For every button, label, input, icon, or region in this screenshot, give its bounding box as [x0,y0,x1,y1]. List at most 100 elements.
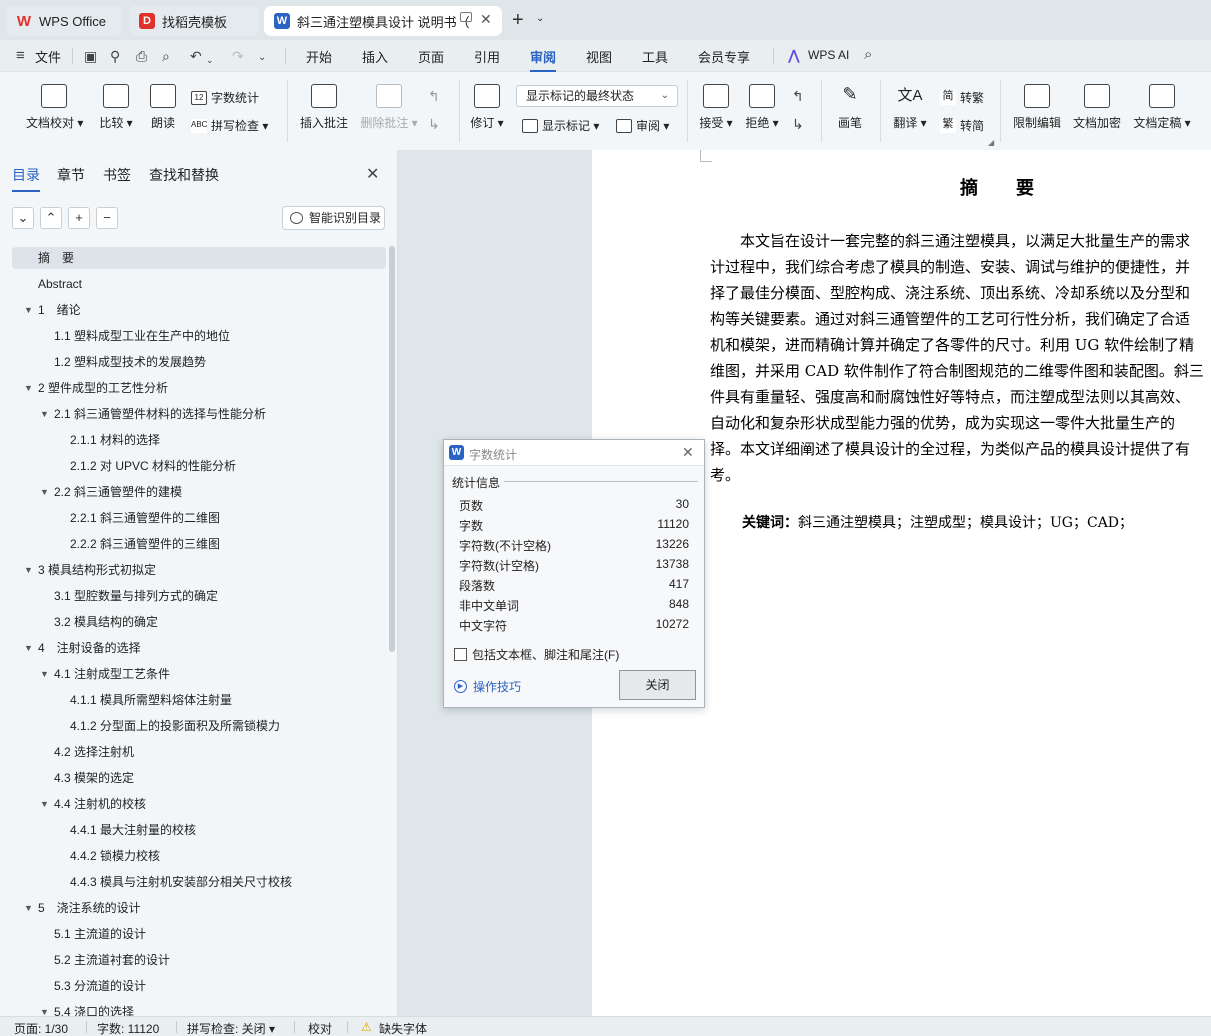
undo-icon[interactable]: ↶ [190,48,202,64]
toc-item[interactable]: ▼ 5.4 浇口的选择 [12,1001,386,1016]
toc-item[interactable]: 1.2 塑料成型技术的发展趋势 [12,351,386,373]
reject-button[interactable]: 拒绝 ▾ [744,84,780,131]
toc-item[interactable]: 4.4.1 最大注射量的校核 [12,819,386,841]
collapse-caret-icon[interactable]: ▼ [24,637,33,659]
hamburger-icon[interactable]: ≡ [16,48,25,64]
toc-item[interactable]: 4.2 选择注射机 [12,741,386,763]
spell-check-button[interactable]: ABC 拼写检查 ▾ [191,117,268,134]
smart-toc-button[interactable]: 智能识别目录 [282,206,385,230]
collapse-all-button[interactable]: ⌄ [12,207,34,229]
menu-view[interactable]: 视图 [586,47,612,66]
review-pane-button[interactable]: 审阅 ▾ [616,117,669,134]
next-revision-icon[interactable]: ↳ [792,116,804,132]
menu-page[interactable]: 页面 [418,47,444,66]
collapse-caret-icon[interactable]: ▼ [24,299,33,321]
word-count-button[interactable]: 12 字数统计 [191,89,259,106]
toc-item[interactable]: 4.1.1 模具所需塑料熔体注射量 [12,689,386,711]
restrict-edit-button[interactable]: 限制编辑 [1012,84,1062,131]
collapse-caret-icon[interactable]: ▼ [40,1001,49,1016]
redo-icon[interactable]: ↷ [232,48,244,64]
toc-scrollbar[interactable] [389,246,395,652]
nav-tab-find-replace[interactable]: 查找和替换 [149,165,219,185]
menu-member[interactable]: 会员专享 [698,47,750,66]
markup-state-select[interactable]: 显示标记的最终状态 ⌄ [516,85,678,107]
expand-group-icon[interactable]: ◢ [988,138,994,147]
menu-tools[interactable]: 工具 [642,47,668,66]
toc-item[interactable]: 4.4.2 锁模力校核 [12,845,386,867]
toc-item[interactable]: 3.1 型腔数量与排列方式的确定 [12,585,386,607]
toc-item[interactable]: Abstract [12,273,386,295]
print-preview-icon[interactable]: ⌕ [162,48,170,64]
toc-item[interactable]: 2.2.2 斜三通管塑件的三维图 [12,533,386,555]
toc-item[interactable]: 摘 要 [12,247,386,269]
delete-comment-button[interactable]: 删除批注 ▾ [360,84,418,131]
print-icon[interactable]: ⎙ [136,48,147,64]
to-simplified-button[interactable]: 繁 转简 [940,117,984,134]
dialog-close-button[interactable]: 关闭 [619,670,696,700]
new-tab-icon[interactable]: + [512,9,524,32]
insert-comment-button[interactable]: 插入批注 [299,84,349,131]
page-indicator[interactable]: 页面: 1/30 [14,1020,68,1036]
proof-indicator[interactable]: 校对 [308,1020,332,1036]
collapse-caret-icon[interactable]: ▼ [24,377,33,399]
to-traditional-button[interactable]: 简 转繁 [940,89,984,106]
encrypt-button[interactable]: 文档加密 [1072,84,1122,131]
missing-font-indicator[interactable]: 缺失字体 [379,1020,427,1036]
checkbox-box[interactable] [454,648,467,661]
window-preview-icon[interactable] [460,12,472,22]
save-icon[interactable]: ▣ [84,48,97,64]
toc-item[interactable]: ▼ 2 塑件成型的工艺性分析 [12,377,386,399]
tab-template[interactable]: D 找稻壳模板 [129,6,259,36]
word-count-indicator[interactable]: 字数: 11120 [97,1020,159,1036]
next-comment-icon[interactable]: ↳ [428,116,440,132]
expand-up-button[interactable]: ⌃ [40,207,62,229]
collapse-caret-icon[interactable]: ▼ [40,793,49,815]
revise-button[interactable]: 修订 ▾ [469,84,505,131]
collapse-caret-icon[interactable]: ▼ [24,897,33,919]
spell-check-indicator[interactable]: 拼写检查: 关闭 ▾ [187,1020,275,1036]
toc-item[interactable]: ▼ 5 浇注系统的设计 [12,897,386,919]
toc-item[interactable]: 2.1.1 材料的选择 [12,429,386,451]
translate-button[interactable]: 文A 翻译 ▾ [892,84,928,131]
dialog-close-icon[interactable]: ✕ [682,444,694,461]
previous-revision-icon[interactable]: ↰ [792,88,804,104]
pen-button[interactable]: ✎ 画笔 [834,84,866,131]
menu-home[interactable]: 开始 [306,47,332,66]
toc-item[interactable]: 2.1.2 对 UPVC 材料的性能分析 [12,455,386,477]
menu-wps-ai[interactable]: WPS AI [808,48,849,62]
collapse-caret-icon[interactable]: ▼ [40,481,49,503]
nav-tab-bookmark[interactable]: 书签 [103,165,131,185]
more-chevron-icon[interactable]: ⌄ [258,50,266,66]
compare-button[interactable]: 比较 ▾ [94,84,138,131]
share-icon[interactable]: ⚲ [110,48,120,64]
toc-item[interactable]: ▼ 1 绪论 [12,299,386,321]
collapse-caret-icon[interactable]: ▼ [24,559,33,581]
menu-reference[interactable]: 引用 [474,47,500,66]
read-aloud-button[interactable]: 朗读 [146,84,180,131]
close-tab-icon[interactable]: ✕ [480,11,492,28]
nav-tab-chapter[interactable]: 章节 [57,165,85,185]
toc-item[interactable]: 1.1 塑料成型工业在生产中的地位 [12,325,386,347]
tips-link[interactable]: ▶ 操作技巧 [454,678,521,695]
include-textbox-checkbox[interactable]: 包括文本框、脚注和尾注(F) [454,646,619,663]
tab-document[interactable]: W 斜三通注塑模具设计 说明书（ ✕ [264,6,502,36]
previous-comment-icon[interactable]: ↰ [428,88,440,104]
menu-file[interactable]: 文件 [35,47,61,66]
add-heading-button[interactable]: + [68,207,90,229]
doc-check-button[interactable]: 文档校对 ▾ [26,84,83,131]
toc-item[interactable]: ▼ 4.1 注射成型工艺条件 [12,663,386,685]
undo-dropdown-icon[interactable]: ⌄ [206,52,214,68]
toc-item[interactable]: 2.2.1 斜三通管塑件的二维图 [12,507,386,529]
menu-insert[interactable]: 插入 [362,47,388,66]
finalize-button[interactable]: 文档定稿 ▾ [1132,84,1192,131]
toc-item[interactable]: ▼ 4 注射设备的选择 [12,637,386,659]
menu-review[interactable]: 审阅 [530,47,557,72]
collapse-caret-icon[interactable]: ▼ [40,663,49,685]
toc-item[interactable]: ▼ 2.1 斜三通管塑件材料的选择与性能分析 [12,403,386,425]
toc-item[interactable]: 5.3 分流道的设计 [12,975,386,997]
search-icon[interactable]: ⌕ [864,47,872,63]
toc-item[interactable]: 5.1 主流道的设计 [12,923,386,945]
nav-tab-toc[interactable]: 目录 [12,165,40,192]
remove-heading-button[interactable]: − [96,207,118,229]
show-markup-button[interactable]: 显示标记 ▾ [522,117,599,134]
